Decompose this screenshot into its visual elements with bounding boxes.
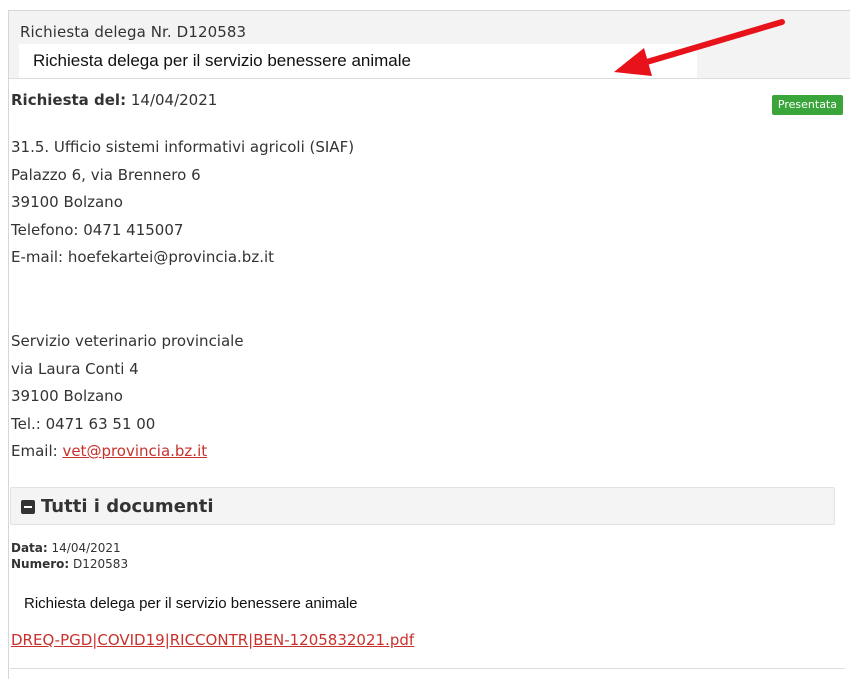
documents-section-header[interactable]: Tutti i documenti	[10, 487, 835, 525]
office-siaf-address: 31.5. Ufficio sistemi informativi agrico…	[11, 134, 354, 272]
office-vet-address: Servizio veterinario provinciale via Lau…	[11, 328, 244, 466]
request-date-value: 14/04/2021	[130, 91, 218, 109]
request-date-label: Richiesta del:	[11, 91, 127, 109]
office-siaf-phone: Telefono: 0471 415007	[11, 220, 184, 239]
office-vet-phone: Tel.: 0471 63 51 00	[11, 414, 156, 433]
request-date: Richiesta del: 14/04/2021	[11, 91, 217, 109]
office-vet-city: 39100 Bolzano	[11, 387, 123, 405]
office-siaf-name: 31.5. Ufficio sistemi informativi agrico…	[11, 138, 355, 156]
status-badge: Presentata	[771, 95, 843, 115]
collapse-icon[interactable]	[21, 499, 35, 514]
document-description: Richiesta delega per il servizio benesse…	[24, 595, 358, 612]
document-number: Numero: D120583	[11, 557, 128, 571]
office-siaf-street: Palazzo 6, via Brennero 6	[11, 165, 201, 184]
request-type-label: Richiesta delega per il servizio benesse…	[19, 44, 697, 78]
document-date: Data: 14/04/2021	[11, 541, 121, 555]
documents-toggle[interactable]: Tutti i documenti	[21, 496, 214, 517]
document-number-label: Numero:	[11, 557, 70, 571]
document-number-value: D120583	[73, 557, 129, 571]
document-date-label: Data:	[11, 541, 48, 555]
document-date-value: 14/04/2021	[51, 541, 121, 555]
office-vet-name: Servizio veterinario provinciale	[11, 332, 244, 350]
office-vet-email-link[interactable]: vet@provincia.bz.it	[62, 442, 207, 460]
documents-title: Tutti i documenti	[41, 496, 214, 517]
red-arrow-icon	[614, 19, 785, 76]
divider	[10, 668, 845, 669]
office-vet-email-row: Email: vet@provincia.bz.it	[11, 438, 244, 466]
request-number-title: Richiesta delega Nr. D120583	[20, 23, 247, 41]
office-vet-email-label: Email:	[11, 442, 58, 460]
document-file-link[interactable]: DREQ-PGD|COVID19|RICCONTR|BEN-1205832021…	[11, 631, 414, 649]
office-siaf-email: E-mail: hoefekartei@provincia.bz.it	[11, 248, 275, 266]
document-file: DREQ-PGD|COVID19|RICCONTR|BEN-1205832021…	[11, 631, 414, 649]
office-vet-street: via Laura Conti 4	[11, 359, 139, 378]
office-siaf-city: 39100 Bolzano	[11, 193, 123, 211]
